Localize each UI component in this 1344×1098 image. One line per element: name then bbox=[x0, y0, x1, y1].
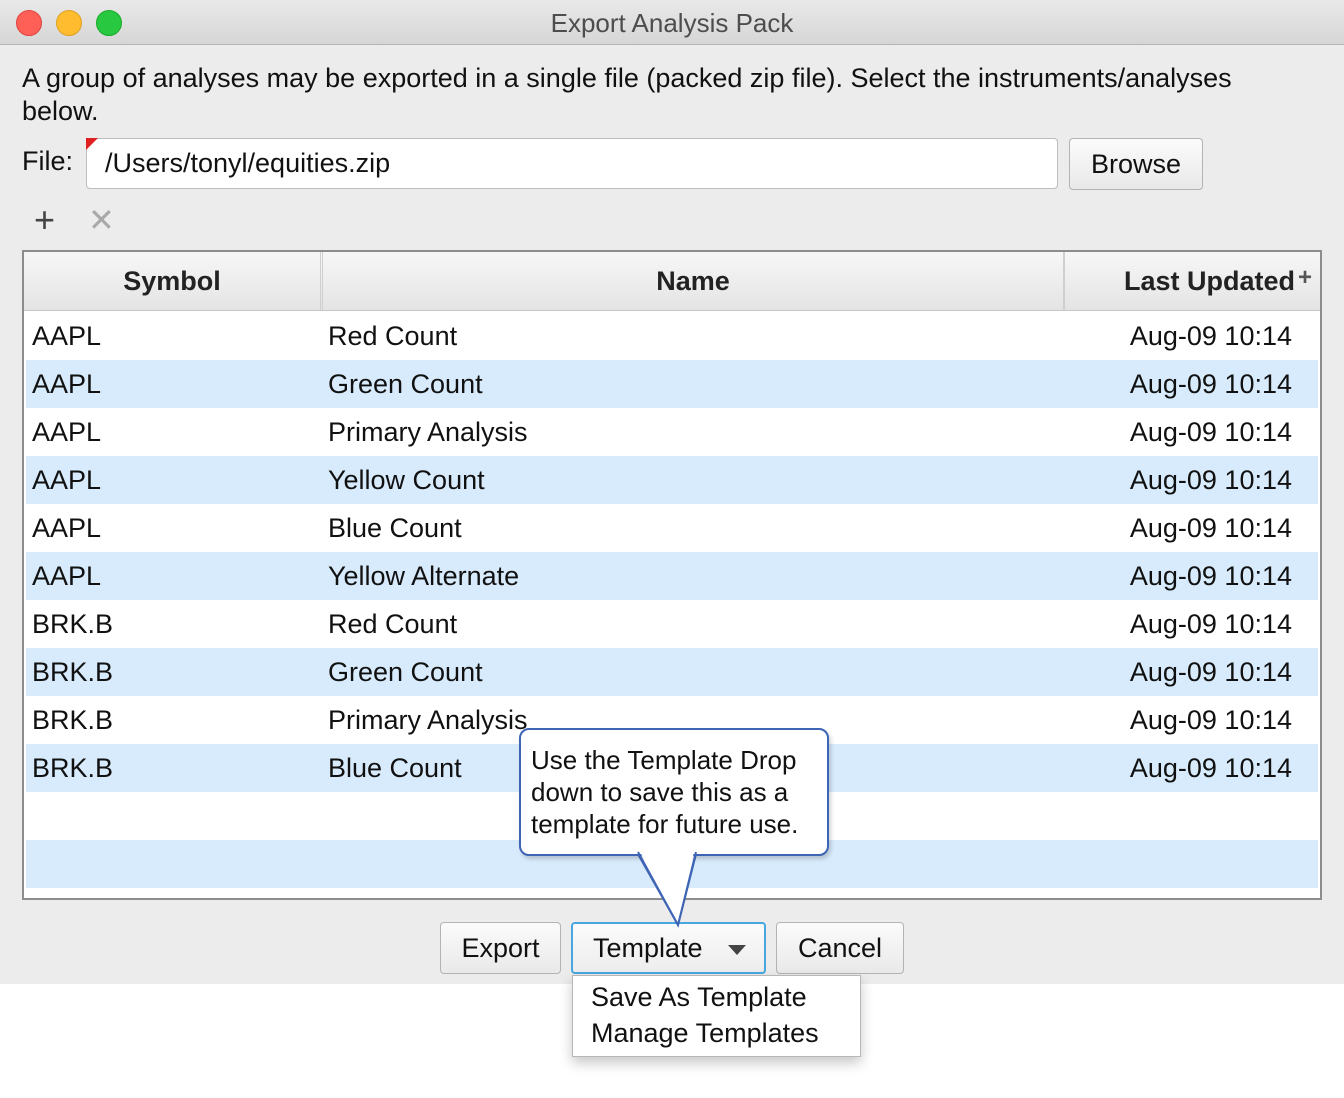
cell-symbol: AAPL bbox=[32, 417, 102, 447]
file-label: File: bbox=[22, 146, 74, 176]
cancel-button[interactable]: Cancel bbox=[776, 922, 904, 974]
cell-last-updated: Aug-09 10:14 bbox=[1129, 753, 1292, 783]
template-dropdown-menu: Save As Template Manage Templates bbox=[572, 975, 861, 1057]
table-row[interactable]: AAPL Red Count Aug-09 10:14 bbox=[26, 312, 1318, 360]
chevron-down-icon bbox=[728, 945, 746, 955]
cell-last-updated: Aug-09 10:14 bbox=[1129, 705, 1292, 735]
cell-last-updated: Aug-09 10:14 bbox=[1129, 609, 1292, 639]
table-row[interactable]: BRK.B Green Count Aug-09 10:14 bbox=[26, 648, 1318, 696]
cell-last-updated: Aug-09 10:14 bbox=[1129, 369, 1292, 399]
column-header-last-updated[interactable]: Last Updated bbox=[1064, 252, 1299, 310]
table-row[interactable]: AAPL Primary Analysis Aug-09 10:14 bbox=[26, 408, 1318, 456]
table-row[interactable]: AAPL Blue Count Aug-09 10:14 bbox=[26, 504, 1318, 552]
table-row[interactable]: AAPL Yellow Alternate Aug-09 10:14 bbox=[26, 552, 1318, 600]
cell-name: Primary Analysis bbox=[328, 705, 528, 735]
menu-item-save-as-template[interactable]: Save As Template bbox=[591, 982, 807, 1013]
template-button-label: Template bbox=[593, 932, 703, 963]
cell-name: Red Count bbox=[328, 321, 458, 351]
cell-symbol: AAPL bbox=[32, 369, 102, 399]
cell-name: Green Count bbox=[328, 369, 483, 399]
cell-symbol: BRK.B bbox=[32, 657, 114, 687]
cell-symbol: AAPL bbox=[32, 513, 102, 543]
cell-last-updated: Aug-09 10:14 bbox=[1129, 513, 1292, 543]
export-button[interactable]: Export bbox=[440, 922, 561, 974]
title-bar: Export Analysis Pack bbox=[0, 0, 1344, 45]
cell-symbol: AAPL bbox=[32, 465, 102, 495]
menu-item-manage-templates[interactable]: Manage Templates bbox=[591, 1018, 819, 1049]
remove-icon[interactable]: ✕ bbox=[88, 202, 115, 238]
required-field-marker bbox=[86, 138, 98, 150]
cell-name: Yellow Count bbox=[328, 465, 485, 495]
cell-last-updated: Aug-09 10:14 bbox=[1129, 657, 1292, 687]
cell-symbol: BRK.B bbox=[32, 609, 114, 639]
browse-button[interactable]: Browse bbox=[1069, 138, 1203, 190]
cell-name: Yellow Alternate bbox=[328, 561, 520, 591]
template-dropdown-button[interactable]: Template bbox=[571, 922, 766, 974]
file-path-input[interactable] bbox=[86, 138, 1058, 189]
cell-last-updated: Aug-09 10:14 bbox=[1129, 321, 1292, 351]
cell-last-updated: Aug-09 10:14 bbox=[1129, 417, 1292, 447]
tutorial-callout: Use the Template Drop down to save this … bbox=[519, 728, 829, 856]
cell-last-updated: Aug-09 10:14 bbox=[1129, 561, 1292, 591]
table-row[interactable]: AAPL Yellow Count Aug-09 10:14 bbox=[26, 456, 1318, 504]
cell-symbol: AAPL bbox=[32, 321, 102, 351]
column-header-name[interactable]: Name bbox=[322, 252, 1064, 310]
add-column-icon[interactable]: + bbox=[1294, 264, 1316, 292]
window-title: Export Analysis Pack bbox=[550, 8, 794, 38]
add-icon[interactable]: + bbox=[34, 202, 55, 238]
cell-name: Blue Count bbox=[328, 753, 462, 783]
cell-name: Blue Count bbox=[328, 513, 462, 543]
cell-symbol: BRK.B bbox=[32, 705, 114, 735]
cell-name: Green Count bbox=[328, 657, 483, 687]
cell-last-updated: Aug-09 10:14 bbox=[1129, 465, 1292, 495]
column-header-symbol[interactable]: Symbol bbox=[24, 252, 321, 310]
table-header: Symbol Name Last Updated + bbox=[24, 252, 1320, 311]
cell-symbol: BRK.B bbox=[32, 753, 114, 783]
cell-name: Red Count bbox=[328, 609, 458, 639]
instructions-text: A group of analyses may be exported in a… bbox=[22, 63, 1232, 126]
cell-name: Primary Analysis bbox=[328, 417, 528, 447]
cell-symbol: AAPL bbox=[32, 561, 102, 591]
table-row[interactable]: AAPL Green Count Aug-09 10:14 bbox=[26, 360, 1318, 408]
table-row[interactable]: BRK.B Red Count Aug-09 10:14 bbox=[26, 600, 1318, 648]
